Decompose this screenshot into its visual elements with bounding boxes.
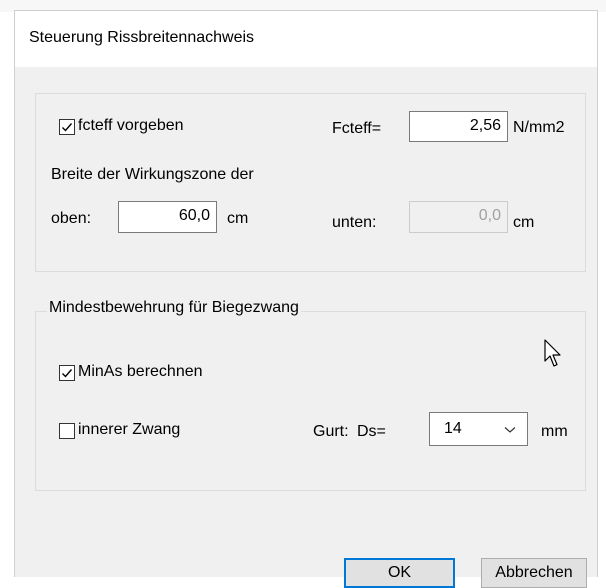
ds-select[interactable]: 14	[429, 412, 528, 446]
fcteff-checkbox[interactable]	[59, 119, 75, 135]
mindestbewehrung-group-title: Mindestbewehrung für Biegezwang	[47, 299, 301, 317]
check-icon	[62, 369, 73, 378]
cancel-button[interactable]: Abbrechen	[481, 558, 587, 588]
ds-unit: mm	[541, 423, 568, 440]
minas-checkbox-label: MinAs berechnen	[78, 363, 203, 380]
dialog-title: Steuerung Rissbreitennachweis	[29, 29, 255, 46]
unten-input: 0,0	[409, 201, 508, 233]
zwang-checkbox-label: innerer Zwang	[78, 421, 181, 438]
ok-button[interactable]: OK	[344, 558, 455, 588]
mouse-cursor-icon	[544, 339, 561, 367]
fcteff-input[interactable]: 2,56	[409, 111, 508, 142]
fcteff-label: Fcteff=	[332, 120, 382, 137]
dialog-window: Steuerung Rissbreitennachweis fcteff vor…	[14, 10, 598, 588]
oben-input[interactable]: 60,0	[118, 201, 217, 233]
fcteff-checkbox-label: fcteff vorgeben	[78, 117, 184, 134]
zwang-checkbox[interactable]	[59, 423, 75, 439]
check-icon	[62, 123, 73, 132]
gurt-label: Gurt:	[313, 423, 349, 440]
chevron-down-icon	[504, 427, 516, 433]
ds-select-value: 14	[444, 420, 462, 437]
mindestbewehrung-group	[35, 311, 586, 491]
title-bar: Steuerung Rissbreitennachweis	[15, 11, 597, 67]
minas-checkbox[interactable]	[59, 365, 75, 381]
wirkungszone-label: Breite der Wirkungszone der	[51, 166, 254, 183]
oben-unit: cm	[227, 210, 249, 227]
unten-unit: cm	[513, 214, 535, 231]
oben-label: oben:	[51, 210, 92, 227]
fcteff-unit: N/mm2	[513, 119, 565, 136]
ds-label: Ds=	[357, 423, 386, 440]
unten-label: unten:	[332, 214, 377, 231]
